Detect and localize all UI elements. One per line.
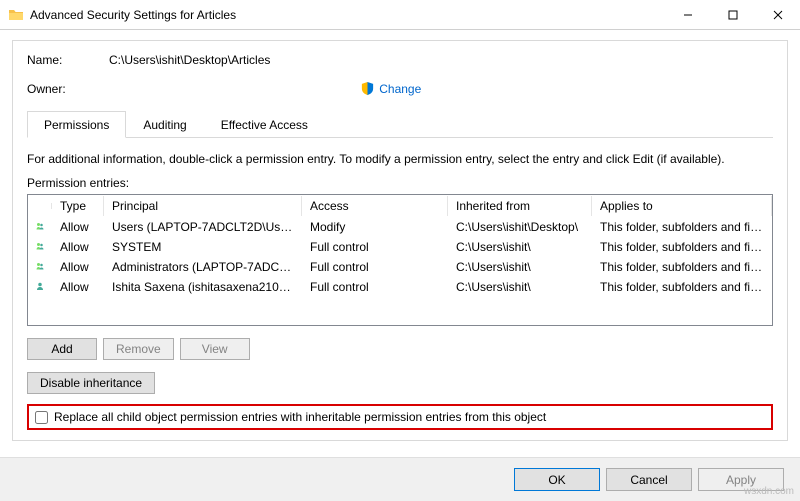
minimize-button[interactable] [665,0,710,30]
titlebar: Advanced Security Settings for Articles [0,0,800,30]
cell-inherited: C:\Users\ishit\ [448,278,592,296]
column-inherited[interactable]: Inherited from [448,196,592,216]
info-text: For additional information, double-click… [27,152,773,166]
user-icon [28,217,52,237]
add-button[interactable]: Add [27,338,97,360]
column-access[interactable]: Access [302,196,448,216]
owner-label: Owner: [27,82,109,96]
table-row[interactable]: AllowAdministrators (LAPTOP-7ADCLT...Ful… [28,257,772,277]
entries-label: Permission entries: [27,176,773,190]
column-icon[interactable] [28,203,52,209]
name-row: Name: C:\Users\ishit\Desktop\Articles [27,53,773,67]
shield-icon [360,81,375,96]
user-icon [28,277,52,297]
cell-principal: SYSTEM [104,238,302,256]
tab-auditing[interactable]: Auditing [126,111,203,138]
remove-button: Remove [103,338,174,360]
window-title: Advanced Security Settings for Articles [30,8,665,22]
column-principal[interactable]: Principal [104,196,302,216]
cancel-button[interactable]: Cancel [606,468,692,491]
cell-applies: This folder, subfolders and files [592,218,772,236]
dialog-footer: OK Cancel Apply [0,457,800,501]
ok-button[interactable]: OK [514,468,600,491]
cell-principal: Users (LAPTOP-7ADCLT2D\Users) [104,218,302,236]
cell-access: Full control [302,238,448,256]
main-panel: Name: C:\Users\ishit\Desktop\Articles Ow… [12,40,788,441]
replace-checkbox-row[interactable]: Replace all child object permission entr… [27,404,773,430]
cell-type: Allow [52,218,104,236]
maximize-button[interactable] [710,0,755,30]
tab-permissions[interactable]: Permissions [27,111,126,138]
owner-row: Owner: Change [27,81,773,96]
cell-type: Allow [52,278,104,296]
permission-entries-table[interactable]: Type Principal Access Inherited from App… [27,194,773,326]
cell-access: Full control [302,258,448,276]
name-label: Name: [27,53,109,67]
close-button[interactable] [755,0,800,30]
view-button: View [180,338,250,360]
disable-inheritance-button[interactable]: Disable inheritance [27,372,155,394]
replace-checkbox[interactable] [35,411,48,424]
change-owner-link[interactable]: Change [379,82,421,96]
entry-buttons: Add Remove View [27,338,773,360]
cell-type: Allow [52,258,104,276]
user-icon [28,257,52,277]
cell-inherited: C:\Users\ishit\ [448,258,592,276]
user-icon [28,237,52,257]
cell-access: Full control [302,278,448,296]
folder-icon [8,7,24,23]
column-type[interactable]: Type [52,196,104,216]
tab-bar: Permissions Auditing Effective Access [27,110,773,138]
watermark: wsxdn.com [744,486,794,497]
tab-effective-access[interactable]: Effective Access [204,111,325,138]
cell-principal: Administrators (LAPTOP-7ADCLT... [104,258,302,276]
cell-inherited: C:\Users\ishit\Desktop\ [448,218,592,236]
cell-applies: This folder, subfolders and files [592,238,772,256]
cell-principal: Ishita Saxena (ishitasaxena2109... [104,278,302,296]
replace-checkbox-label: Replace all child object permission entr… [54,410,546,424]
table-row[interactable]: AllowSYSTEMFull controlC:\Users\ishit\Th… [28,237,772,257]
cell-applies: This folder, subfolders and files [592,278,772,296]
name-value: C:\Users\ishit\Desktop\Articles [109,53,270,67]
cell-access: Modify [302,218,448,236]
table-header: Type Principal Access Inherited from App… [28,195,772,217]
table-row[interactable]: AllowUsers (LAPTOP-7ADCLT2D\Users)Modify… [28,217,772,237]
table-row[interactable]: AllowIshita Saxena (ishitasaxena2109...F… [28,277,772,297]
column-applies[interactable]: Applies to [592,196,772,216]
cell-type: Allow [52,238,104,256]
cell-applies: This folder, subfolders and files [592,258,772,276]
cell-inherited: C:\Users\ishit\ [448,238,592,256]
